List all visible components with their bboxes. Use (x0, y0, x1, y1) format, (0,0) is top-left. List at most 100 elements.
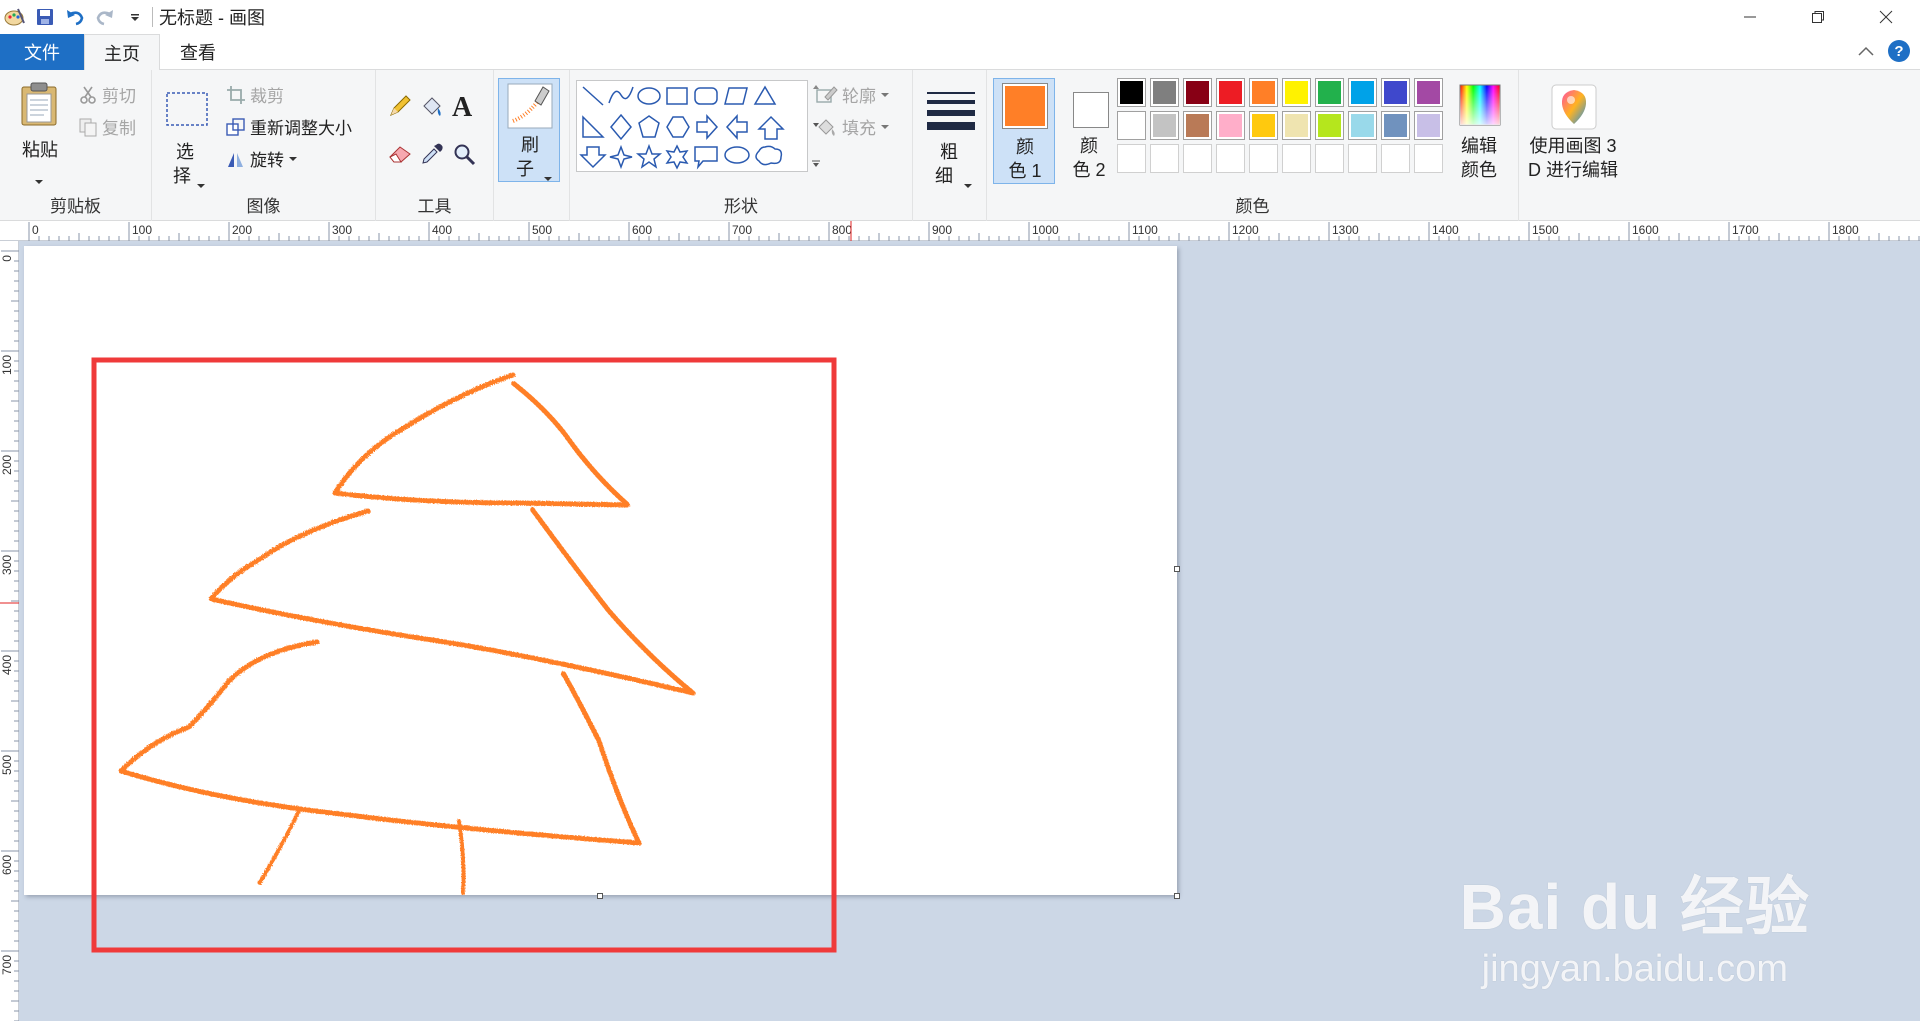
redo-icon[interactable] (94, 6, 116, 28)
paste-dropdown-icon (34, 170, 44, 190)
ruler-label: 700 (0, 955, 14, 975)
tab-view[interactable]: 查看 (160, 34, 236, 70)
palette-custom-slot[interactable] (1282, 144, 1311, 173)
fill-icon (818, 118, 835, 136)
help-icon[interactable]: ? (1888, 40, 1910, 62)
palette-swatch[interactable] (1315, 111, 1344, 140)
palette-custom-slot[interactable] (1117, 144, 1146, 173)
vertical-ruler-ticks: 0 100 200 300 400 500 600 700 (0, 250, 19, 1021)
palette-swatch[interactable] (1414, 78, 1443, 107)
ruler-label: 0 (32, 223, 39, 237)
palette-swatch[interactable] (1150, 78, 1179, 107)
palette-custom-slot[interactable] (1414, 144, 1443, 173)
brushes-button[interactable]: 刷 子 (498, 78, 560, 182)
collapse-ribbon-icon[interactable] (1858, 41, 1874, 61)
text-tool-icon[interactable]: A (452, 92, 472, 124)
palette-swatch[interactable] (1315, 78, 1344, 107)
palette-swatch[interactable] (1117, 78, 1146, 107)
ruler-label: 500 (0, 755, 14, 775)
edit-colors-button[interactable]: 编辑 颜色 (1447, 78, 1511, 186)
ruler-label: 1300 (1332, 223, 1359, 237)
color-picker-tool[interactable] (420, 142, 444, 171)
palette-swatch-color (1186, 114, 1209, 137)
save-icon[interactable] (34, 6, 56, 28)
ruler-label: 1500 (1532, 223, 1559, 237)
palette-swatch[interactable] (1282, 111, 1311, 140)
ruler-label: 1100 (1132, 223, 1158, 237)
color1-label-2: 色 1 (1008, 161, 1042, 181)
color2-button[interactable]: 颜 色 2 (1059, 78, 1119, 184)
image-group-label: 图像 (246, 197, 281, 216)
palette-swatch[interactable] (1348, 111, 1377, 140)
clipboard-group-label: 剪贴板 (50, 197, 101, 216)
crop-button[interactable]: 裁剪 (226, 82, 284, 107)
magnifier-tool[interactable] (452, 142, 476, 171)
palette-swatch[interactable] (1282, 78, 1311, 107)
palette-swatch-color (1120, 81, 1143, 104)
palette-swatch[interactable] (1216, 78, 1245, 107)
edit-with-paint3d-button[interactable]: 使用画图 3 D 进行编辑 (1521, 78, 1625, 186)
brushes-dropdown-icon (543, 167, 553, 187)
color2-label-1: 颜 (1080, 136, 1098, 156)
color-palette (1117, 78, 1447, 178)
palette-swatch[interactable] (1150, 111, 1179, 140)
tools-group-label: 工具 (417, 197, 452, 216)
fill-dropdown-icon (881, 124, 889, 129)
palette-custom-slot[interactable] (1315, 144, 1344, 173)
tab-file[interactable]: 文件 (0, 34, 84, 70)
customize-quick-access-icon[interactable] (124, 6, 146, 28)
palette-swatch[interactable] (1414, 111, 1443, 140)
palette-swatch[interactable] (1183, 111, 1212, 140)
fill-tool[interactable] (420, 94, 444, 123)
minimize-button[interactable] (1716, 0, 1784, 34)
palette-custom-slot[interactable] (1249, 144, 1278, 173)
resize-button[interactable]: 重新调整大小 (226, 114, 352, 139)
palette-swatch[interactable] (1348, 78, 1377, 107)
group-brushes: 刷 子 (494, 70, 570, 221)
palette-custom-slot[interactable] (1348, 144, 1377, 173)
palette-swatch[interactable] (1249, 78, 1278, 107)
ribbon-home: 粘贴 剪切 复制 剪贴板 选 择 裁剪 重新调整大小 旋转 图像 A 工具 刷 … (0, 70, 1920, 221)
copy-button[interactable]: 复制 (78, 114, 136, 139)
palette-swatch[interactable] (1183, 78, 1212, 107)
palette-swatch[interactable] (1117, 111, 1146, 140)
size-button[interactable]: 粗 细 (919, 78, 979, 188)
paste-label: 粘贴 (22, 140, 58, 160)
eraser-tool[interactable] (388, 142, 414, 169)
palette-custom-slot[interactable] (1381, 144, 1410, 173)
paste-button[interactable]: 粘贴 (14, 78, 66, 186)
resize-label: 重新调整大小 (250, 119, 352, 138)
group-colors: 颜 色 1 颜 色 2 编辑 颜色 颜色 (987, 70, 1519, 221)
copy-label: 复制 (102, 119, 136, 138)
fill-button[interactable]: 填充 (816, 114, 890, 139)
eyedropper-icon (422, 143, 443, 164)
palette-swatch-color (1252, 81, 1275, 104)
palette-custom-slot[interactable] (1216, 144, 1245, 173)
tab-home[interactable]: 主页 (84, 34, 160, 71)
ruler-label: 300 (0, 555, 14, 575)
paint3d-label-2: D 进行编辑 (1528, 160, 1618, 180)
palette-custom-slot[interactable] (1183, 144, 1212, 173)
pencil-tool[interactable] (388, 94, 412, 123)
palette-swatch[interactable] (1216, 111, 1245, 140)
palette-custom-slot[interactable] (1150, 144, 1179, 173)
shapes-gallery[interactable] (576, 80, 808, 172)
horizontal-ruler-ticks: 0 100 200 300 400 500 600 700 800 900 1000 1100 1200… (28, 221, 1920, 241)
cut-button[interactable]: 剪切 (78, 82, 136, 107)
rotate-button[interactable]: 旋转 (226, 146, 298, 171)
select-button[interactable]: 选 择 (162, 78, 208, 190)
palette-swatch[interactable] (1381, 78, 1410, 107)
outline-button[interactable]: 轮廓 (816, 82, 890, 107)
ruler-label: 1800 (1832, 223, 1859, 237)
undo-icon[interactable] (64, 6, 86, 28)
magnifier-icon (454, 144, 476, 166)
color1-button[interactable]: 颜 色 1 (993, 78, 1055, 184)
palette-swatch-color (1417, 114, 1440, 137)
restore-button[interactable] (1784, 0, 1852, 34)
close-button[interactable] (1852, 0, 1920, 34)
palette-swatch-color (1153, 114, 1176, 137)
palette-swatch[interactable] (1381, 111, 1410, 140)
ruler-label: 1400 (1432, 223, 1459, 237)
paint-app-icon[interactable] (4, 6, 26, 28)
palette-swatch[interactable] (1249, 111, 1278, 140)
